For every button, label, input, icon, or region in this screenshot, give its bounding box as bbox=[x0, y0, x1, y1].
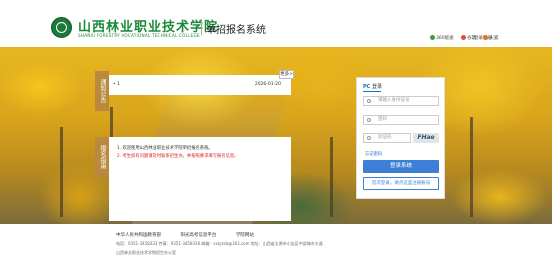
school-name-en: SHANXI FORESTRY VOCATIONAL TECHNICAL COL… bbox=[78, 33, 200, 38]
login-button[interactable]: 登录系统 bbox=[363, 160, 439, 173]
browser-chrome-label: 谷歌 bbox=[467, 36, 477, 41]
browser-chrome[interactable]: 谷歌 bbox=[461, 35, 476, 41]
guide-line: 1. 欢迎使用山西林业职业技术学院单招报名系统。 bbox=[117, 146, 213, 151]
login-tab-label: 登录 bbox=[371, 84, 382, 90]
footer-link-moe[interactable]: 中华人民共和国教育部 bbox=[116, 233, 161, 238]
news-item-title[interactable]: 1 bbox=[117, 82, 120, 87]
captcha-placeholder: 验证码 bbox=[378, 135, 392, 140]
captcha-image[interactable]: FHae bbox=[413, 133, 439, 143]
user-icon bbox=[367, 99, 371, 103]
footer-link-gaokao[interactable]: 阳光高考信息平台 bbox=[180, 233, 216, 238]
forgot-password-link[interactable]: 忘记密码 bbox=[365, 151, 382, 157]
guide-box: 1. 欢迎使用山西林业职业技术学院单招报名系统。 2. 考生如有问题请及时联系招… bbox=[109, 137, 291, 221]
password-placeholder: 密码 bbox=[378, 117, 387, 122]
news-item[interactable]: • 1 bbox=[113, 82, 120, 87]
browser-360-label: 360极速 bbox=[436, 36, 454, 41]
school-emblem-icon bbox=[51, 17, 72, 38]
tree-trunk bbox=[470, 117, 473, 217]
tab-guide[interactable]: 报名指南 bbox=[95, 137, 109, 177]
logo-divider bbox=[201, 19, 202, 35]
tree-trunk bbox=[330, 137, 333, 217]
chrome-icon bbox=[461, 35, 467, 40]
tree-trunk bbox=[60, 127, 63, 217]
lock-icon bbox=[367, 118, 371, 122]
username-placeholder: 请输入身份证号 bbox=[378, 98, 410, 103]
footer-contact: 电话：0351-3458333 传真：0351-3458336 邮箱：sxlyz… bbox=[116, 241, 323, 246]
browser-360[interactable]: 360极速 bbox=[430, 35, 454, 41]
footer: 中华人民共和国教育部 阳光高考信息平台 学院网站 电话：0351-3458333… bbox=[0, 224, 552, 263]
captcha-field[interactable]: 验证码 bbox=[363, 133, 411, 143]
news-date: 2026-01-20 bbox=[254, 82, 281, 87]
footer-links: 中华人民共和国教育部 阳光高考信息平台 学院网站 bbox=[116, 232, 272, 238]
footer-copyright: 山西林业职业技术学院招生办公室 bbox=[116, 250, 176, 255]
browser-firefox[interactable]: 火狐 bbox=[483, 35, 498, 41]
footer-link-college[interactable]: 学院网站 bbox=[236, 233, 254, 238]
tab-news[interactable]: 通知公告 bbox=[95, 71, 109, 111]
username-field[interactable]: 请输入身份证号 bbox=[363, 96, 439, 106]
login-tab-pc: PC bbox=[363, 84, 371, 90]
login-tab-underline bbox=[363, 91, 381, 92]
header: 山西林业职业技术学院 SHANXI FORESTRY VOCATIONAL TE… bbox=[0, 0, 552, 47]
register-button[interactable]: 首次登录，请点这里注册账号 bbox=[363, 177, 439, 190]
shield-icon bbox=[367, 136, 371, 140]
password-field[interactable]: 密码 bbox=[363, 115, 439, 125]
firefox-icon bbox=[483, 35, 489, 40]
login-tab[interactable]: PC 登录 bbox=[363, 83, 382, 90]
news-box: • 1 2026-01-20 bbox=[109, 75, 291, 95]
system-title: 单招报名系统 bbox=[206, 25, 266, 36]
browser-360-icon bbox=[430, 35, 435, 40]
login-panel: PC 登录 请输入身份证号 密码 验证码 FHae 忘记密码 登录系统 首次登录… bbox=[356, 77, 445, 199]
more-button[interactable]: 更多> bbox=[279, 70, 294, 79]
guide-line-important: 2. 考生如有问题请及时联系招生办，并按照要求填写报名信息。 bbox=[117, 154, 239, 159]
browser-recommendations: 360极速 谷歌 火狐 bbox=[430, 35, 504, 41]
notice-panel: 通知公告 • 1 2026-01-20 更多> 报名指南 1. 欢迎使用山西林业… bbox=[95, 69, 297, 221]
browser-firefox-label: 火狐 bbox=[489, 36, 499, 41]
